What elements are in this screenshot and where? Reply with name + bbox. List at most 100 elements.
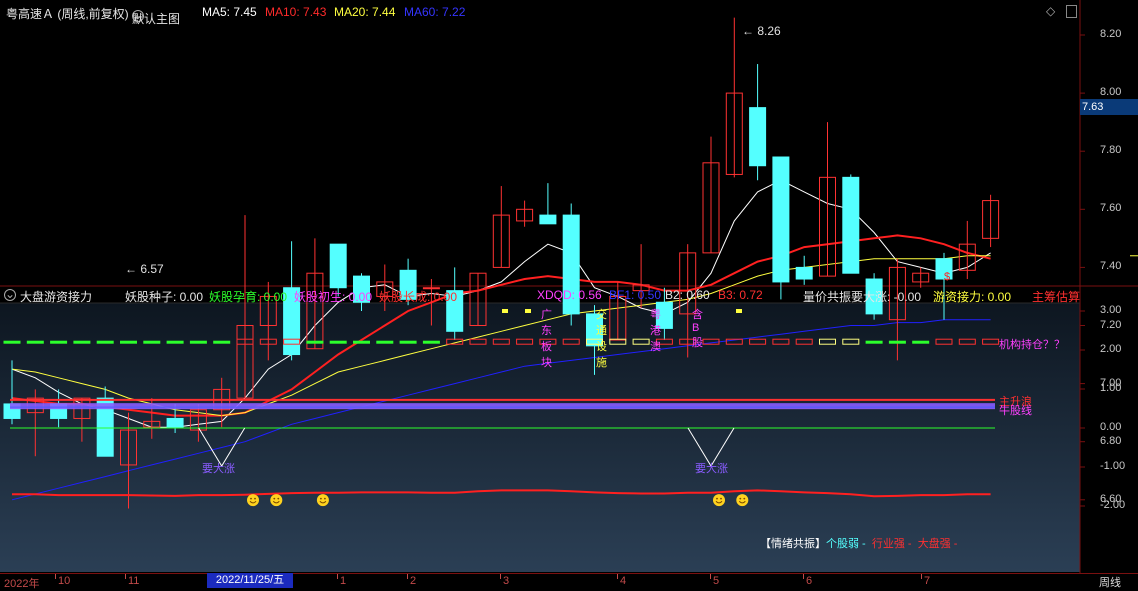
- sector-tag: 粤港澳: [650, 309, 661, 353]
- youzi-label: 游资接力: 0.00: [933, 290, 1012, 304]
- jigou-segment: [306, 340, 324, 344]
- indicator-tick-label: 2.00: [1100, 343, 1122, 355]
- low-value: 6.57: [140, 262, 164, 276]
- xdqd-label: XDQD: 0.56: [537, 288, 602, 302]
- smiley-eye: [250, 497, 252, 500]
- b2-label: B2: 0.60: [665, 288, 710, 302]
- high-value: 8.26: [757, 24, 781, 38]
- diamond-icon[interactable]: ◇: [1046, 4, 1055, 18]
- liangjia-label: 量价共振要大涨: -0.00: [803, 290, 922, 304]
- time-axis-label: 6: [806, 575, 813, 587]
- jigou-segment: [353, 340, 370, 344]
- time-axis-label: 3: [503, 575, 510, 587]
- smiley-icon: [736, 494, 749, 507]
- time-axis-label: 4: [620, 575, 627, 587]
- time-axis-tick: [710, 574, 711, 579]
- jigou-segment: [213, 340, 231, 344]
- ma5-label[interactable]: MA5: 7.45: [202, 5, 257, 19]
- current-price-tag: 7.63: [1080, 99, 1138, 115]
- jigou-segment: [120, 340, 137, 344]
- smiley-icon: [270, 494, 283, 507]
- smiley-eye: [320, 497, 322, 500]
- signal-dash: [502, 309, 508, 313]
- signal-dash: [736, 309, 742, 313]
- jigou-segment: [73, 340, 91, 344]
- sector-tag: 广东板块: [541, 309, 552, 369]
- candle-down: [795, 266, 813, 280]
- crosshair-date: 2022/11/25/五: [207, 573, 293, 588]
- time-axis-label: 7: [924, 575, 931, 587]
- time-axis-tick: [617, 574, 618, 579]
- time-axis-tick: [500, 574, 501, 579]
- niuguxian-band: [10, 403, 995, 410]
- smiley-icon: [247, 494, 259, 507]
- time-axis-label: 5: [713, 575, 720, 587]
- chusheng-label: 妖股初生: 0.00: [294, 290, 373, 304]
- smiley-eye: [720, 497, 722, 500]
- jigou-segment: [888, 340, 906, 344]
- jigou-segment: [26, 340, 44, 344]
- sector-tag: 含B股: [692, 309, 703, 349]
- jigou-segment: [3, 340, 21, 344]
- sector-tag: 交通设施: [596, 309, 607, 369]
- yunyu-label: 妖股孕育: 0.00: [209, 290, 288, 304]
- smiley-eye: [324, 497, 326, 500]
- sentiment-dapan: 大盘强 -: [917, 538, 958, 550]
- signal-dash: [525, 309, 531, 313]
- period-label[interactable]: 周线: [1082, 574, 1138, 590]
- indicator-tick-label: 0.00: [1100, 421, 1122, 433]
- jigou-segment: [143, 340, 161, 344]
- price-tick-label: 7.20: [1100, 318, 1122, 331]
- indicator-tick-label: 3.00: [1100, 304, 1122, 316]
- sentiment-gegu: 个股弱 -: [826, 538, 866, 550]
- time-axis-tick: [125, 574, 126, 579]
- time-axis-label: 11: [128, 575, 140, 587]
- b3-label: B3: 0.72: [718, 288, 763, 302]
- jigou-segment: [189, 340, 207, 344]
- niugu-label: 牛股线: [999, 405, 1032, 417]
- time-axis-label: 2: [410, 575, 417, 587]
- price-tick-label: 8.00: [1100, 86, 1122, 99]
- price-tick-label: 6.80: [1100, 434, 1122, 447]
- jigou-segment: [422, 340, 440, 344]
- ma60-label[interactable]: MA60: 7.22: [404, 5, 465, 19]
- zhuchou-label: 主筹估算: [1032, 290, 1081, 304]
- smiley-eye: [739, 497, 742, 500]
- indicator-name[interactable]: 大盘游资接力: [20, 288, 92, 305]
- price-tick-label: 7.40: [1100, 260, 1122, 273]
- sentiment-hangye: 行业强 -: [871, 538, 912, 550]
- jigou-segment: [50, 340, 68, 344]
- main-chart-header: 粤高速Ａ (周线,前复权) ⌄ 默认主图 MA5: 7.45 MA10: 7.4…: [0, 0, 1080, 26]
- jigou-label: 机构持仓？？: [999, 339, 1065, 351]
- smiley-icon: [316, 494, 329, 507]
- smiley-eye: [254, 497, 256, 500]
- ma10-label[interactable]: MA10: 7.43: [265, 5, 326, 19]
- smiley-eye: [273, 497, 276, 500]
- smiley-eye: [743, 497, 746, 500]
- jigou-segment: [912, 340, 930, 344]
- sentiment-row: 【情绪共振】个股弱 - 行业强 - 大盘强 -: [760, 535, 957, 551]
- time-axis-tick: [55, 574, 56, 579]
- yaodazhang-label: 要大涨: [202, 463, 235, 475]
- scroll-box[interactable]: [1066, 5, 1077, 18]
- stock-name[interactable]: 粤高速Ａ (周线,前复权): [6, 5, 129, 22]
- circle-chevron-icon[interactable]: ⌄: [4, 288, 16, 301]
- jigou-segment: [166, 340, 184, 344]
- jigou-segment: [399, 340, 417, 344]
- low-price-label: ← 6.57: [125, 262, 164, 276]
- bf1-label: BF1: 0.50: [609, 288, 662, 302]
- time-axis[interactable]: 2022年 10 11 1 2 3 4 5 6 7: [0, 573, 1138, 590]
- time-axis-label: 10: [58, 575, 71, 587]
- candle-down: [772, 156, 790, 283]
- candle-down: [842, 176, 860, 274]
- price-tick-label: 7.60: [1100, 202, 1122, 215]
- candle-down: [329, 243, 347, 289]
- time-axis-tick: [337, 574, 338, 579]
- ma20-label[interactable]: MA20: 7.44: [334, 5, 395, 19]
- jigou-segment: [376, 340, 394, 344]
- jigou-segment: [329, 340, 347, 344]
- template-label: 默认主图: [132, 12, 181, 26]
- zhangcheng-label: 妖股长成: 0.00: [379, 290, 458, 304]
- indicator-tick-label: -2.00: [1100, 499, 1126, 511]
- price-tick-label: 8.20: [1100, 28, 1122, 40]
